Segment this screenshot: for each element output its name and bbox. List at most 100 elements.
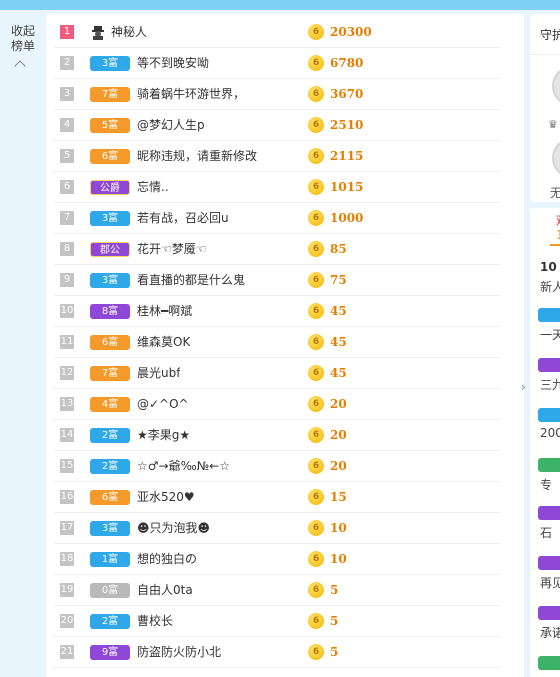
- user-name[interactable]: ★李果g★: [137, 420, 190, 451]
- level-badge: [538, 408, 560, 422]
- user-name[interactable]: 看直播的都是什么鬼: [137, 265, 245, 296]
- ranking-row[interactable]: 6 公爵忘情.. 1015: [54, 172, 500, 203]
- user-name[interactable]: 等不到晚安呦: [137, 48, 209, 79]
- wealth-level-badge: 4富: [90, 397, 130, 412]
- coin-icon: [308, 520, 324, 536]
- coin-icon: [308, 210, 324, 226]
- ranking-row[interactable]: 3 7富骑着蜗牛环游世界， 3670: [54, 79, 500, 110]
- wealth-level-badge: 6富: [90, 335, 130, 350]
- list-item: 10: [540, 260, 557, 274]
- user-name[interactable]: 维森莫OK: [137, 327, 190, 358]
- coin-icon: [308, 241, 324, 257]
- user-name[interactable]: 神秘人: [111, 17, 147, 48]
- list-item: 石: [540, 526, 553, 540]
- contribution-score: 10: [330, 521, 347, 535]
- coin-icon: [308, 613, 324, 629]
- ranking-row[interactable]: 16 6富亚水520♥ 15: [54, 482, 500, 513]
- mystery-person-icon: [92, 26, 104, 40]
- ranking-row[interactable]: 8 郡公花开☜梦魇☜ 85: [54, 234, 500, 265]
- crown-icon: ♛: [548, 118, 558, 131]
- ranking-row[interactable]: 4 5富 @梦幻人生p 2510: [54, 110, 500, 141]
- user-name[interactable]: 昵称违规，请重新修改: [137, 141, 257, 172]
- contribution-score: 45: [330, 366, 347, 380]
- ranking-row[interactable]: 12 7富晨光ubf 45: [54, 358, 500, 389]
- user-name[interactable]: 亚水520♥: [137, 482, 195, 513]
- contribution-score: 15: [330, 490, 347, 504]
- ranking-row[interactable]: 5 6富昵称违规，请重新修改 2115: [54, 141, 500, 172]
- contribution-score: 75: [330, 273, 347, 287]
- contribution-score: 20: [330, 397, 347, 411]
- chevron-right-icon[interactable]: ›: [521, 380, 526, 394]
- list-item: 新人: [540, 280, 560, 294]
- coin-icon: [308, 179, 324, 195]
- ranking-row[interactable]: 11 6富维森莫OK 45: [54, 327, 500, 358]
- contribution-score: 20300: [330, 25, 372, 39]
- rank-number: 14: [60, 428, 74, 442]
- list-item: 200: [540, 426, 560, 440]
- ranking-row[interactable]: 15 2富 ☆♂→爺‰№←☆ 20: [54, 451, 500, 482]
- user-name[interactable]: 防盗防火防小北: [137, 637, 221, 668]
- coin-icon: [308, 148, 324, 164]
- ranking-row[interactable]: 19 0富自由人0ta 5: [54, 575, 500, 606]
- ranking-row[interactable]: 9 3富看直播的都是什么鬼 75: [54, 265, 500, 296]
- contribution-score: 10: [330, 552, 347, 566]
- ranking-row[interactable]: 2 3富等不到晚安呦 6780: [54, 48, 500, 79]
- ranking-row[interactable]: 7 3富若有战，召必回u 1000: [54, 203, 500, 234]
- contribution-score: 5: [330, 614, 339, 628]
- user-name[interactable]: 骑着蜗牛环游世界，: [137, 79, 245, 110]
- coin-icon: [308, 24, 324, 40]
- avatar[interactable]: [552, 66, 560, 106]
- coin-icon: [308, 117, 324, 133]
- wealth-level-badge: 2富: [90, 428, 130, 443]
- rank-number: 2: [60, 56, 74, 70]
- level-badge: [538, 358, 560, 372]
- ranking-row[interactable]: 1 神秘人 20300: [54, 17, 500, 48]
- ranking-row[interactable]: 13 4富 @✓^O^ 20: [54, 389, 500, 420]
- top-bar: [0, 0, 560, 10]
- level-badge: [538, 308, 560, 322]
- wealth-level-badge: 2富: [90, 459, 130, 474]
- ranking-row[interactable]: 18 1富想的独白の 10: [54, 544, 500, 575]
- list-item: 三九: [540, 378, 560, 392]
- ranking-row[interactable]: 20 2富曹校长 5: [54, 606, 500, 637]
- tab-audience[interactable]: 观: [556, 212, 560, 229]
- user-name[interactable]: 若有战，召必回u: [137, 203, 229, 234]
- user-name[interactable]: 想的独白の: [137, 544, 197, 575]
- avatar[interactable]: [552, 138, 560, 178]
- user-name[interactable]: 晨光ubf: [137, 358, 180, 389]
- contribution-score: 20: [330, 459, 347, 473]
- coin-icon: [308, 489, 324, 505]
- contribution-score: 5: [330, 645, 339, 659]
- level-badge: [538, 556, 560, 570]
- ranking-row[interactable]: 21 9富防盗防火防小北 5: [54, 637, 500, 668]
- list-item: 一天: [540, 328, 560, 342]
- rank-number: 9: [60, 273, 74, 287]
- rank-number: 12: [60, 366, 74, 380]
- collapse-ranking-button[interactable]: 收起榜单: [0, 10, 46, 677]
- user-name[interactable]: 曹校长: [137, 606, 173, 637]
- rank-number: 6: [60, 180, 74, 194]
- user-name[interactable]: @梦幻人生p: [137, 110, 205, 141]
- list-item: 专: [540, 478, 553, 492]
- collapse-label: 收起榜单: [10, 24, 35, 53]
- user-name[interactable]: 忘情..: [137, 172, 169, 203]
- user-name[interactable]: 自由人0ta: [137, 575, 193, 606]
- ranking-row[interactable]: 14 2富 ★李果g★ 20: [54, 420, 500, 451]
- tab-underline: [550, 244, 560, 246]
- guard-empty-label: 无: [550, 186, 560, 200]
- guard-panel: 守护 ♛ 无: [530, 14, 560, 202]
- wealth-level-badge: 0富: [90, 583, 130, 598]
- user-name[interactable]: ☆♂→爺‰№←☆: [137, 451, 230, 482]
- user-name[interactable]: @✓^O^: [137, 389, 189, 420]
- contribution-score: 6780: [330, 56, 364, 70]
- rank-number: 18: [60, 552, 74, 566]
- coin-icon: [308, 427, 324, 443]
- user-name[interactable]: ☻只为泡我☻: [137, 513, 210, 544]
- list-item: 再见: [540, 576, 560, 590]
- ranking-row[interactable]: 17 3富 ☻只为泡我☻ 10: [54, 513, 500, 544]
- rank-number: 5: [60, 149, 74, 163]
- user-name[interactable]: 桂林━啊斌: [137, 296, 192, 327]
- user-name[interactable]: 花开☜梦魇☜: [137, 234, 207, 265]
- ranking-row[interactable]: 10 8富桂林━啊斌 45: [54, 296, 500, 327]
- contribution-score: 20: [330, 428, 347, 442]
